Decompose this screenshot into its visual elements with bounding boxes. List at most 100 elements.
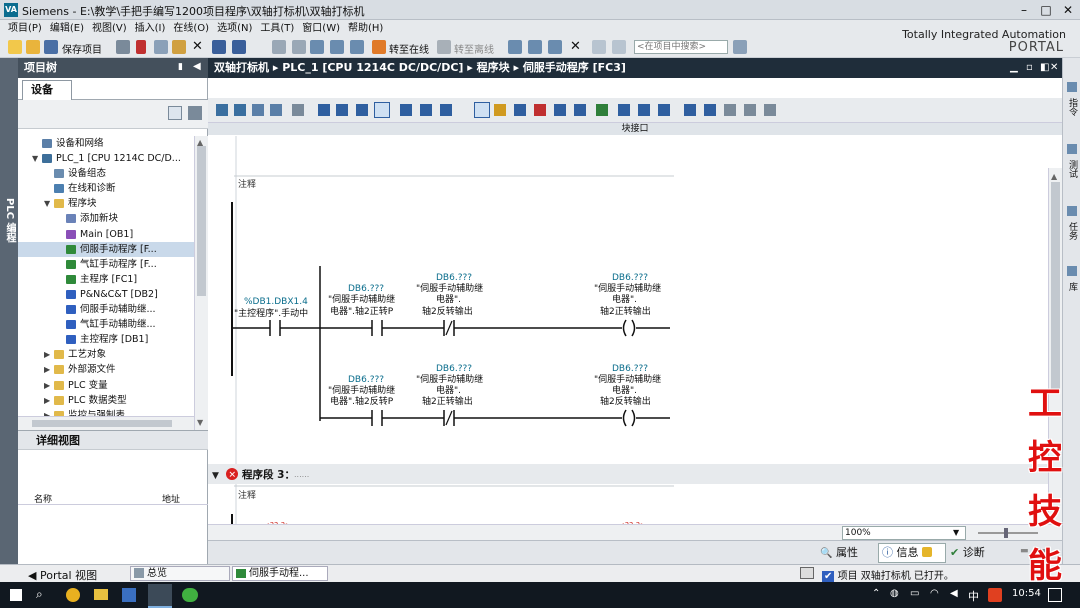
wechat-icon[interactable] (182, 588, 198, 602)
file-explorer-icon[interactable] (94, 589, 108, 600)
tree-item[interactable]: ▶ 工艺对象 (18, 347, 194, 362)
go-to-error-icon[interactable] (554, 104, 566, 116)
coil1-symbol-1[interactable]: "伺服手动辅助继 (594, 282, 661, 294)
tree-item[interactable]: ▼ 程序块 (18, 196, 194, 211)
contact2-symbol-1[interactable]: "伺服手动辅助继 (328, 293, 395, 305)
terminal-icon[interactable] (800, 567, 814, 579)
breadcrumb-fc3[interactable]: 伺服手动程序 [FC3] (523, 61, 626, 74)
prev-bookmark-icon[interactable] (658, 104, 670, 116)
instructions-tab-label[interactable]: 指令 (1066, 98, 1079, 116)
coil1-left[interactable] (622, 319, 627, 337)
monitor-icon[interactable] (534, 104, 546, 116)
tia-portal-taskbar-icon[interactable] (148, 584, 172, 608)
tray-chevron-icon[interactable]: ⌃ (872, 588, 880, 599)
tree-item[interactable]: 在线和诊断 (18, 181, 194, 196)
add-row-icon[interactable] (270, 104, 282, 116)
zoom-slider-thumb[interactable] (1004, 528, 1008, 538)
open-branch-icon[interactable] (494, 104, 506, 116)
contact2-address[interactable]: DB6.??? (348, 284, 384, 294)
save-icon[interactable] (44, 40, 58, 54)
libraries-tab-label[interactable]: 库 (1066, 282, 1079, 291)
testing-tab[interactable] (1067, 144, 1077, 154)
contact5-symbol-2[interactable]: 电器". (436, 384, 461, 396)
network-view-icon[interactable] (318, 104, 330, 116)
contact1-symbol[interactable]: "主控程序".手动中 (234, 307, 308, 319)
coil1-right[interactable] (631, 319, 636, 337)
split-editor-icon[interactable] (272, 40, 286, 54)
contact2-symbol-2[interactable]: 电器".轴2正转P (330, 305, 394, 317)
portal-view-button[interactable]: ◀ Portal 视图 (28, 567, 97, 583)
sogou-ime-icon[interactable] (988, 588, 1002, 602)
chrome-icon[interactable] (66, 588, 80, 602)
menu-help[interactable]: 帮助(H) (348, 20, 383, 37)
coil1-symbol-3[interactable]: 轴2正转输出 (600, 305, 651, 317)
tree-item[interactable]: 添加新块 (18, 211, 194, 226)
tree-item[interactable]: ▶ PLC 变量 (18, 378, 194, 393)
network3-title-placeholder[interactable]: ...... (294, 470, 309, 479)
go-offline-button[interactable]: 转至离线 (454, 41, 494, 56)
libraries-tab[interactable] (1067, 266, 1077, 276)
maximize-button[interactable]: □ (1034, 1, 1058, 19)
network-comment-label[interactable]: 注释 (238, 178, 256, 190)
paste-icon[interactable] (172, 40, 186, 54)
sync-icon[interactable] (188, 106, 202, 120)
download-block-icon[interactable] (574, 104, 586, 116)
contact3-symbol-2[interactable]: 电器". (436, 293, 461, 305)
tree-item[interactable]: Main [OB1] (18, 227, 194, 242)
volume-tray-icon[interactable]: ◀ (950, 588, 958, 599)
search-icon[interactable] (733, 40, 747, 54)
go-online-icon[interactable] (372, 40, 386, 54)
diagnostics-tab[interactable]: ✔ 诊断 (950, 544, 1010, 562)
panel-arrow-icon[interactable]: ◀ (193, 61, 201, 72)
menu-insert[interactable]: 插入(I) (135, 20, 166, 37)
contact5-address[interactable]: DB6.??? (436, 364, 472, 374)
delete-icon[interactable]: ✕ (192, 39, 203, 54)
zoom-select[interactable]: 100% ▼ (842, 526, 966, 540)
expand-arrow-icon[interactable]: ▼ (32, 151, 40, 166)
expand-arrow-icon[interactable]: ▶ (44, 393, 52, 408)
notification-icon[interactable] (1048, 588, 1062, 602)
tree-item[interactable]: 设备和网络 (18, 136, 194, 151)
coil2-right[interactable] (631, 409, 636, 427)
menu-tools[interactable]: 工具(T) (260, 20, 294, 37)
contact1-address[interactable]: %DB1.DBX1.4 (244, 297, 308, 307)
coil2-symbol-2[interactable]: 电器". (612, 384, 637, 396)
network-tray-icon[interactable]: ◍ (890, 588, 899, 599)
go-online-button[interactable]: 转至在线 (389, 41, 429, 56)
split-vertical-icon[interactable] (612, 40, 626, 54)
absolute-address-icon[interactable] (336, 104, 348, 116)
comment-toggle-icon[interactable] (374, 102, 390, 118)
copy-icon[interactable] (154, 40, 168, 54)
tree-item[interactable]: 伺服手动程序 [F... (18, 241, 194, 257)
start-cpu-icon[interactable] (528, 40, 542, 54)
editor-restore-icon[interactable]: ▫ (1026, 58, 1033, 78)
tree-item[interactable]: 伺服手动辅助继... (18, 302, 194, 317)
expand-arrow-icon[interactable]: ▶ (44, 362, 52, 377)
plc-programming-tab[interactable]: PLC 编程 (2, 198, 17, 243)
app-icon[interactable] (122, 588, 136, 602)
editor-dock-icon[interactable]: ◧ (1040, 58, 1049, 78)
menu-view[interactable]: 视图(V) (92, 20, 127, 37)
tasks-tab-label[interactable]: 任务 (1066, 222, 1079, 240)
tree-item[interactable]: ▶ PLC 数据类型 (18, 393, 194, 408)
new-project-icon[interactable] (8, 40, 22, 54)
breadcrumb-blocks[interactable]: 程序块 (477, 61, 510, 74)
contact4-symbol-1[interactable]: "伺服手动辅助继 (328, 384, 395, 396)
coil-icon[interactable] (440, 104, 452, 116)
menu-edit[interactable]: 编辑(E) (50, 20, 84, 37)
minimize-button[interactable]: – (1012, 1, 1036, 19)
version-icon[interactable] (764, 104, 776, 116)
expand-networks-icon[interactable] (356, 104, 368, 116)
editor-minimize-icon[interactable]: ▁ (1010, 58, 1018, 78)
contact3-symbol-3[interactable]: 轴2反转输出 (422, 305, 473, 317)
wifi-tray-icon[interactable]: ◠ (930, 588, 939, 599)
breadcrumb-plc[interactable]: PLC_1 [CPU 1214C DC/DC/DC] (282, 61, 463, 74)
network3-comment-label[interactable]: 注释 (238, 489, 256, 501)
insert-network-icon[interactable] (216, 104, 228, 116)
favorites-icon[interactable] (400, 104, 412, 116)
tree-item[interactable]: 气缸手动辅助继... (18, 317, 194, 332)
network3-header[interactable] (208, 464, 1048, 484)
goto-icon[interactable] (684, 104, 696, 116)
coil1-address[interactable]: DB6.??? (612, 273, 648, 283)
delete-network-icon[interactable] (234, 104, 246, 116)
